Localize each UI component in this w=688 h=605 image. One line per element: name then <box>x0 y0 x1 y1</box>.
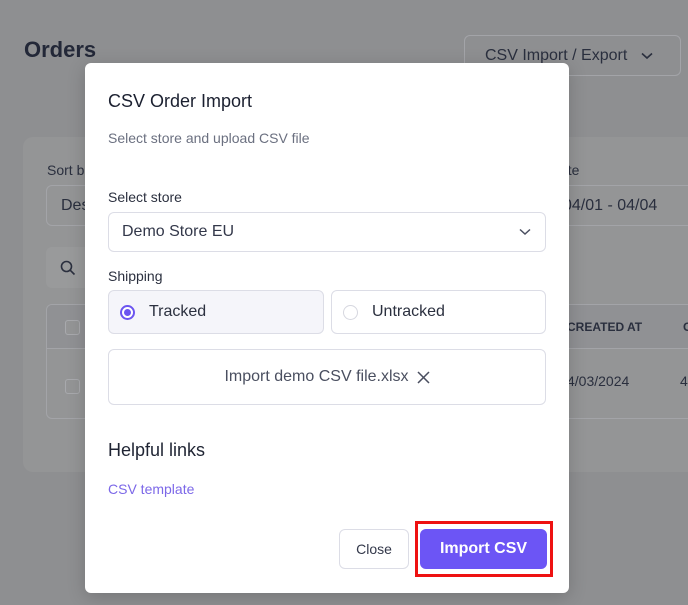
close-button[interactable]: Close <box>339 529 409 569</box>
cell-created-at: 4/03/2024 <box>567 373 630 389</box>
column-created-at[interactable]: CREATED AT <box>567 320 642 334</box>
cell-next: 4 <box>680 373 688 389</box>
import-csv-button[interactable]: Import CSV <box>420 529 547 569</box>
select-store-label: Select store <box>108 189 182 205</box>
chevron-down-icon <box>519 228 531 236</box>
uploaded-file-name: Import demo CSV file.xlsx <box>224 368 409 385</box>
csv-import-export-label: CSV Import / Export <box>485 46 628 64</box>
radio-checked-icon[interactable] <box>120 304 135 320</box>
sort-by-label: Sort b <box>47 162 85 178</box>
modal-title: CSV Order Import <box>108 91 253 111</box>
search-icon <box>60 260 76 275</box>
shipping-label: Shipping <box>108 268 163 284</box>
column-next[interactable]: C <box>683 320 688 334</box>
modal-subtitle: Select store and upload CSV file <box>108 130 310 146</box>
page-title: Orders <box>24 37 97 62</box>
remove-file-button[interactable] <box>417 370 430 384</box>
close-icon <box>417 370 430 384</box>
chevron-down-icon <box>641 52 653 59</box>
store-select-value: Demo Store EU <box>122 223 235 240</box>
shipping-option-label: Untracked <box>372 303 445 320</box>
shipping-option-untracked[interactable]: Untracked <box>331 290 546 334</box>
shipping-option-label: Tracked <box>149 303 207 320</box>
helpful-links-heading: Helpful links <box>108 440 206 460</box>
radio-unchecked-icon[interactable] <box>343 304 358 320</box>
csv-template-link[interactable]: CSV template <box>108 481 194 497</box>
row-checkbox[interactable] <box>65 379 80 394</box>
shipping-option-tracked[interactable]: Tracked <box>108 290 324 334</box>
csv-import-modal: CSV Order Import Select store and upload… <box>85 63 569 593</box>
store-select[interactable]: Demo Store EU <box>108 212 546 252</box>
select-all-checkbox[interactable] <box>65 320 80 335</box>
file-upload-area[interactable]: Import demo CSV file.xlsx <box>108 349 546 405</box>
